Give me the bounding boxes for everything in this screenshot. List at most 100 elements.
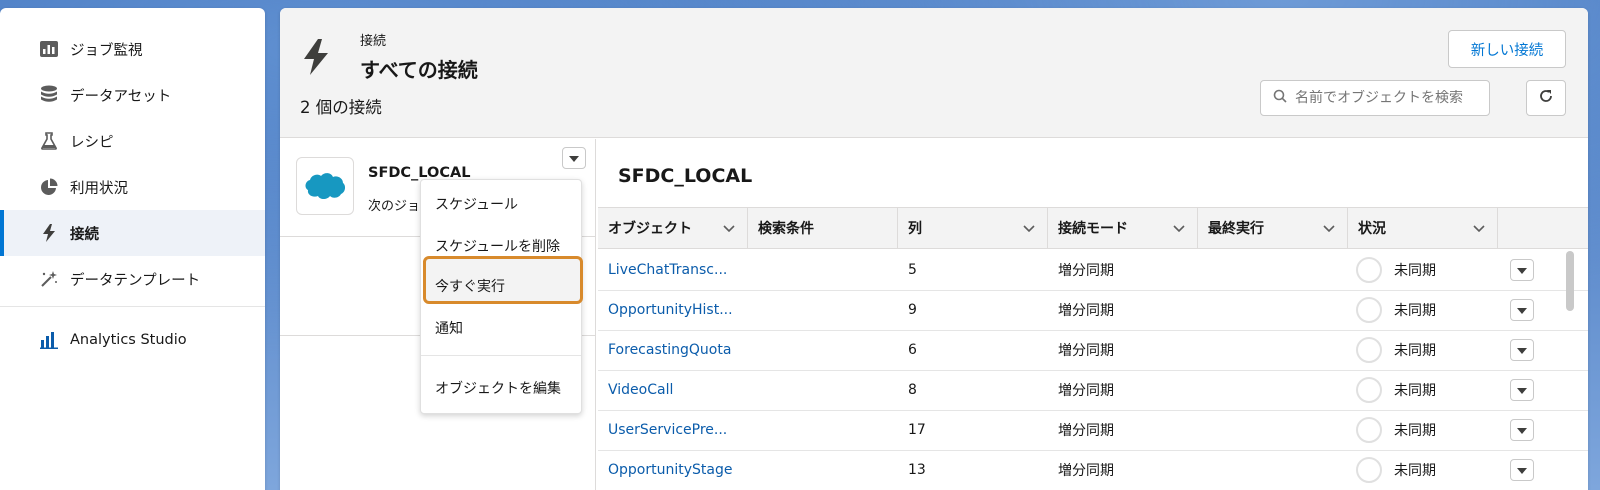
status-text: 未同期 xyxy=(1394,343,1436,359)
column-header-columns[interactable]: 列 xyxy=(898,208,1048,248)
row-menu-button[interactable] xyxy=(1510,339,1534,361)
new-connection-button[interactable]: 新しい接続 xyxy=(1448,30,1566,68)
refresh-button[interactable] xyxy=(1526,80,1566,116)
database-icon xyxy=(38,85,60,105)
column-count: 8 xyxy=(908,382,917,398)
sidebar-item-connections[interactable]: 接続 xyxy=(0,210,265,256)
sidebar-item-label: 利用状況 xyxy=(70,180,128,197)
column-header-last-run[interactable]: 最終実行 xyxy=(1198,208,1348,248)
search-input[interactable] xyxy=(1295,90,1475,106)
chevron-down-icon[interactable] xyxy=(1173,221,1185,237)
menu-item-schedule[interactable]: スケジュール xyxy=(435,194,518,214)
chevron-down-icon[interactable] xyxy=(1323,221,1335,237)
menu-item-delete-schedule[interactable]: スケジュールを削除 xyxy=(435,236,560,256)
status-text: 未同期 xyxy=(1394,463,1436,479)
sidebar-divider xyxy=(0,306,265,307)
menu-divider xyxy=(421,355,581,356)
table-row[interactable]: ForecastingQuota 6 増分同期 未同期 xyxy=(598,330,1588,371)
table-row[interactable]: UserServicePre... 17 増分同期 未同期 xyxy=(598,410,1588,451)
connection-detail: SFDC_LOCAL オブジェクト 検索条件 列 接続モード 最終実行 状況 L… xyxy=(598,139,1588,490)
column-header-object[interactable]: オブジェクト xyxy=(598,208,748,248)
status-cell: 未同期 xyxy=(1356,370,1506,410)
status-cell: 未同期 xyxy=(1356,290,1506,330)
chevron-down-icon[interactable] xyxy=(723,221,735,237)
column-header-mode[interactable]: 接続モード xyxy=(1048,208,1198,248)
row-menu-button[interactable] xyxy=(1510,299,1534,321)
object-link[interactable]: OpportunityStage xyxy=(608,450,748,490)
column-count: 6 xyxy=(908,342,917,358)
status-cell: 未同期 xyxy=(1356,450,1506,490)
column-header-status[interactable]: 状況 xyxy=(1348,208,1498,248)
page-overline: 接続 xyxy=(360,34,387,49)
column-count: 13 xyxy=(908,462,926,478)
status-cell: 未同期 xyxy=(1356,330,1506,370)
sidebar-item-job-monitor[interactable]: ジョブ監視 xyxy=(0,26,265,72)
connection-mode: 増分同期 xyxy=(1058,343,1114,359)
detail-title: SFDC_LOCAL xyxy=(618,165,753,187)
table-row[interactable]: OpportunityHist... 9 増分同期 未同期 xyxy=(598,290,1588,331)
chevron-down-icon xyxy=(1517,342,1527,358)
column-count: 17 xyxy=(908,422,926,438)
page-header: 接続 すべての接続 2 個の接続 新しい接続 xyxy=(280,8,1588,138)
flask-icon xyxy=(38,131,60,151)
object-link[interactable]: LiveChatTransc... xyxy=(608,250,748,290)
connection-mode: 増分同期 xyxy=(1058,423,1114,439)
column-count: 9 xyxy=(908,302,917,318)
page-title: すべての接続 xyxy=(360,58,478,82)
object-link[interactable]: UserServicePre... xyxy=(608,410,748,450)
chevron-down-icon xyxy=(1517,462,1527,478)
sidebar-item-label: データアセット xyxy=(70,88,172,105)
column-header-filter[interactable]: 検索条件 xyxy=(748,208,898,248)
sidebar-item-data-assets[interactable]: データアセット xyxy=(0,72,265,118)
menu-item-notifications[interactable]: 通知 xyxy=(435,318,463,338)
chevron-down-icon xyxy=(1517,302,1527,318)
chevron-down-icon xyxy=(1517,382,1527,398)
chevron-down-icon[interactable] xyxy=(1473,221,1485,237)
object-link[interactable]: OpportunityHist... xyxy=(608,290,748,330)
status-ring-icon xyxy=(1356,337,1382,363)
status-ring-icon xyxy=(1356,257,1382,283)
chevron-down-icon xyxy=(569,150,579,166)
connection-count: 2 個の接続 xyxy=(300,98,382,117)
row-menu-button[interactable] xyxy=(1510,259,1534,281)
status-text: 未同期 xyxy=(1394,383,1436,399)
scrollbar[interactable] xyxy=(1566,251,1574,311)
connection-mode: 増分同期 xyxy=(1058,263,1114,279)
chevron-down-icon[interactable] xyxy=(1023,221,1035,237)
chevron-down-icon xyxy=(1517,422,1527,438)
menu-item-edit-objects[interactable]: オブジェクトを編集 xyxy=(435,378,561,398)
salesforce-logo-icon xyxy=(296,157,354,215)
column-count: 5 xyxy=(908,262,917,278)
row-menu-button[interactable] xyxy=(1510,419,1534,441)
search-icon xyxy=(1273,89,1287,107)
row-menu-button[interactable] xyxy=(1510,459,1534,481)
chevron-down-icon xyxy=(1517,262,1527,278)
connection-menu-button[interactable] xyxy=(562,147,586,169)
analytics-studio-icon xyxy=(38,330,60,350)
table-row[interactable]: OpportunityStage 13 増分同期 未同期 xyxy=(598,450,1588,490)
search-box[interactable] xyxy=(1260,80,1490,116)
status-ring-icon xyxy=(1356,417,1382,443)
object-link[interactable]: ForecastingQuota xyxy=(608,330,748,370)
connection-mode: 増分同期 xyxy=(1058,303,1114,319)
sidebar-item-usage[interactable]: 利用状況 xyxy=(0,164,265,210)
object-link[interactable]: VideoCall xyxy=(608,370,748,410)
connection-mode: 増分同期 xyxy=(1058,463,1114,479)
menu-item-run-now[interactable]: 今すぐ実行 xyxy=(435,276,505,296)
sidebar-item-data-templates[interactable]: データテンプレート xyxy=(0,256,265,302)
row-menu-button[interactable] xyxy=(1510,379,1534,401)
sidebar-item-recipes[interactable]: レシピ xyxy=(0,118,265,164)
sidebar-item-label: 接続 xyxy=(70,226,99,243)
connection-next-job: 次のジョ xyxy=(368,199,421,214)
table-row[interactable]: VideoCall 8 増分同期 未同期 xyxy=(598,370,1588,411)
status-text: 未同期 xyxy=(1394,303,1436,319)
table-row[interactable]: LiveChatTransc... 5 増分同期 未同期 xyxy=(598,250,1588,291)
lightning-icon xyxy=(38,223,60,243)
bar-chart-icon xyxy=(38,39,60,59)
status-ring-icon xyxy=(1356,377,1382,403)
lightning-icon xyxy=(302,38,330,80)
sidebar-item-analytics-studio[interactable]: Analytics Studio xyxy=(0,317,265,363)
sidebar-item-label: データテンプレート xyxy=(70,272,201,289)
status-ring-icon xyxy=(1356,457,1382,483)
refresh-icon xyxy=(1538,88,1554,108)
